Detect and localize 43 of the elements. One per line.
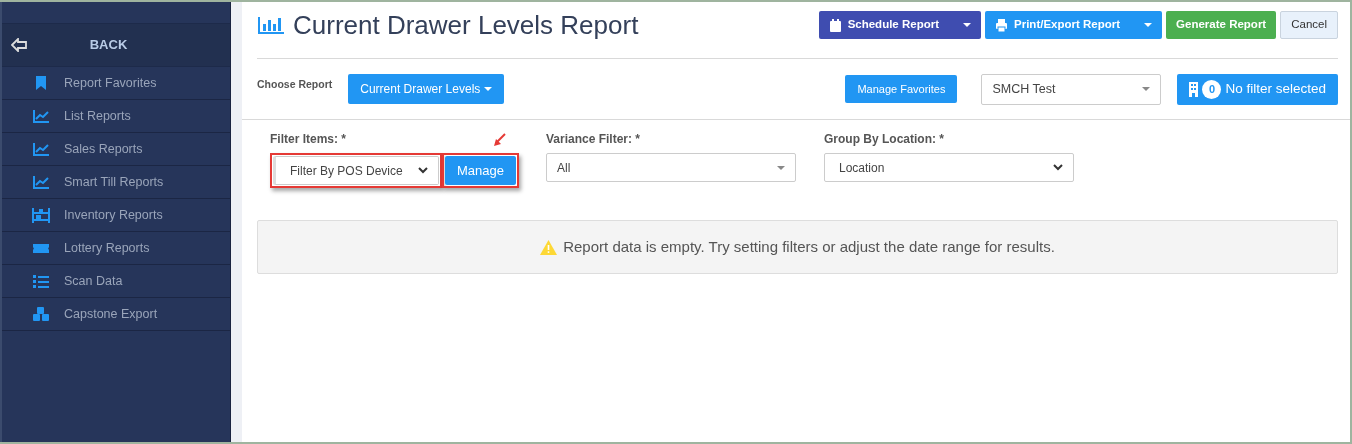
caret-icon	[777, 165, 785, 170]
warning-icon	[540, 239, 558, 255]
filter-select[interactable]: Filter By POS Device	[273, 156, 439, 185]
calendar-icon	[828, 17, 842, 33]
manage-favorites-button[interactable]: Manage Favorites	[845, 75, 958, 103]
sidebar-item[interactable]: Report Favorites	[64, 73, 157, 93]
sidebar-item[interactable]: Inventory Reports	[64, 205, 163, 225]
empty-data-alert: Report data is empty. Try setting filters or adjust the date range for results.	[257, 220, 1338, 274]
building-icon	[1189, 81, 1199, 97]
line-chart-icon	[32, 141, 50, 157]
page-title: Current Drawer Levels Report	[293, 8, 639, 42]
chevron-icon	[418, 167, 428, 174]
sidebar-item[interactable]: Smart Till Reports	[64, 172, 164, 192]
list-icon	[32, 273, 50, 289]
filter-select[interactable]: Location	[824, 153, 1074, 182]
filter-button[interactable]: 0 No filter selected	[1177, 73, 1338, 105]
bar-chart-icon	[257, 15, 285, 35]
report-action-button[interactable]: Schedule Report	[818, 11, 981, 39]
printer-icon	[995, 17, 1008, 33]
filter-label: Group By Location: *	[824, 131, 944, 148]
report-action-button[interactable]: Print/Export Report	[985, 11, 1163, 39]
line-chart-icon	[32, 174, 50, 190]
report-action-button[interactable]: Cancel	[1280, 11, 1338, 39]
store-select[interactable]: SMCH Test	[981, 73, 1162, 105]
line-chart-icon	[32, 108, 50, 124]
choose-report-label: Choose Report	[257, 77, 333, 93]
cubes-icon	[32, 306, 50, 322]
filter-label: Filter Items: *	[270, 131, 347, 148]
sidebar-item[interactable]: List Reports	[64, 106, 131, 126]
sidebar-item[interactable]: Sales Reports	[64, 139, 143, 159]
manage-button[interactable]: Manage	[445, 156, 516, 185]
chevron-icon	[1053, 164, 1063, 171]
back-arrow-icon[interactable]	[11, 38, 27, 52]
filter-select[interactable]: All	[546, 153, 796, 182]
sidebar-item[interactable]: Lottery Reports	[64, 238, 150, 258]
sidebar-item[interactable]: Scan Data	[64, 271, 123, 291]
shelf-icon	[32, 207, 50, 223]
filter-label: Variance Filter: *	[546, 131, 641, 148]
report-dropdown[interactable]: Current Drawer Levels	[348, 74, 505, 104]
caret-icon	[484, 87, 493, 91]
pointer-arrow-icon	[493, 133, 507, 147]
sidebar-item[interactable]: Capstone Export	[64, 304, 158, 324]
report-action-button[interactable]: Generate Report	[1166, 11, 1277, 39]
